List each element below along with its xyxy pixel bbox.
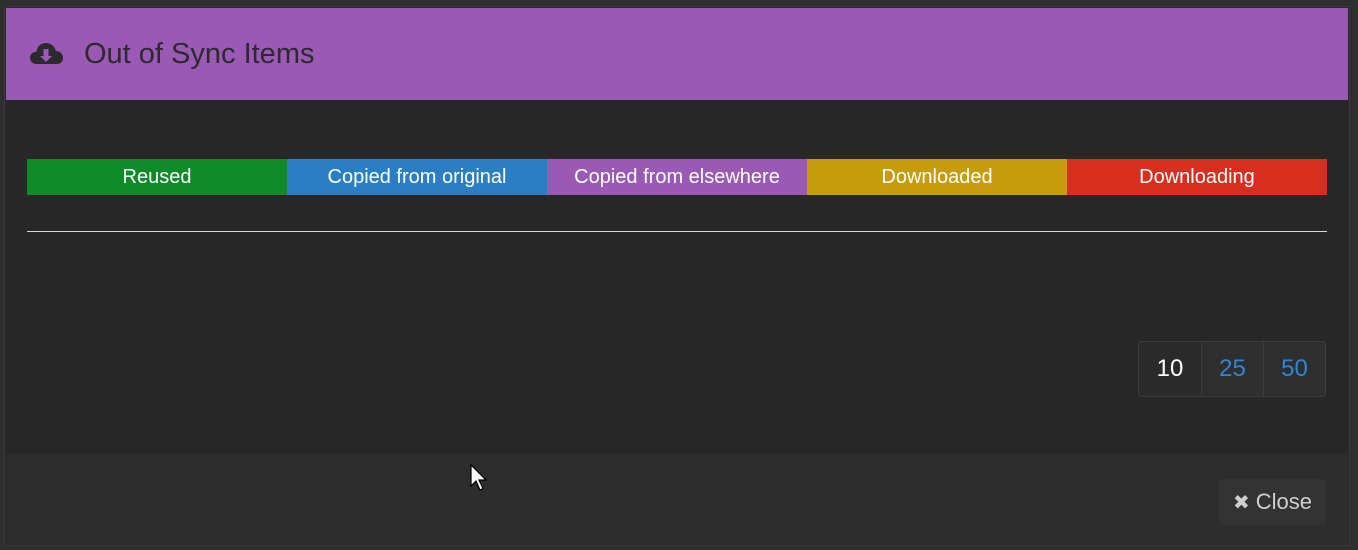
legend-downloading: Downloading (1067, 159, 1327, 195)
out-of-sync-modal: Out of Sync Items Reused Copied from ori… (4, 6, 1350, 546)
legend-copied-from-elsewhere: Copied from elsewhere (547, 159, 807, 195)
legend-bar: Reused Copied from original Copied from … (27, 159, 1327, 195)
modal-title: Out of Sync Items (84, 38, 315, 70)
page-size-50[interactable]: 50 (1263, 342, 1325, 396)
page-size-10[interactable]: 10 (1139, 342, 1201, 396)
mouse-cursor-icon (470, 464, 488, 491)
cloud-download-icon (30, 43, 63, 64)
legend-copied-from-original: Copied from original (287, 159, 547, 195)
times-icon: ✖ (1232, 491, 1250, 514)
divider (27, 231, 1327, 232)
close-button[interactable]: ✖ Close (1218, 479, 1326, 525)
modal-footer: ✖ Close (6, 454, 1348, 544)
legend-reused: Reused (27, 159, 287, 195)
close-label: Close (1255, 489, 1312, 514)
page-size-25[interactable]: 25 (1201, 342, 1263, 396)
modal-header: Out of Sync Items (6, 8, 1348, 100)
page-size-selector: 10 25 50 (1138, 341, 1326, 397)
legend-downloaded: Downloaded (807, 159, 1067, 195)
